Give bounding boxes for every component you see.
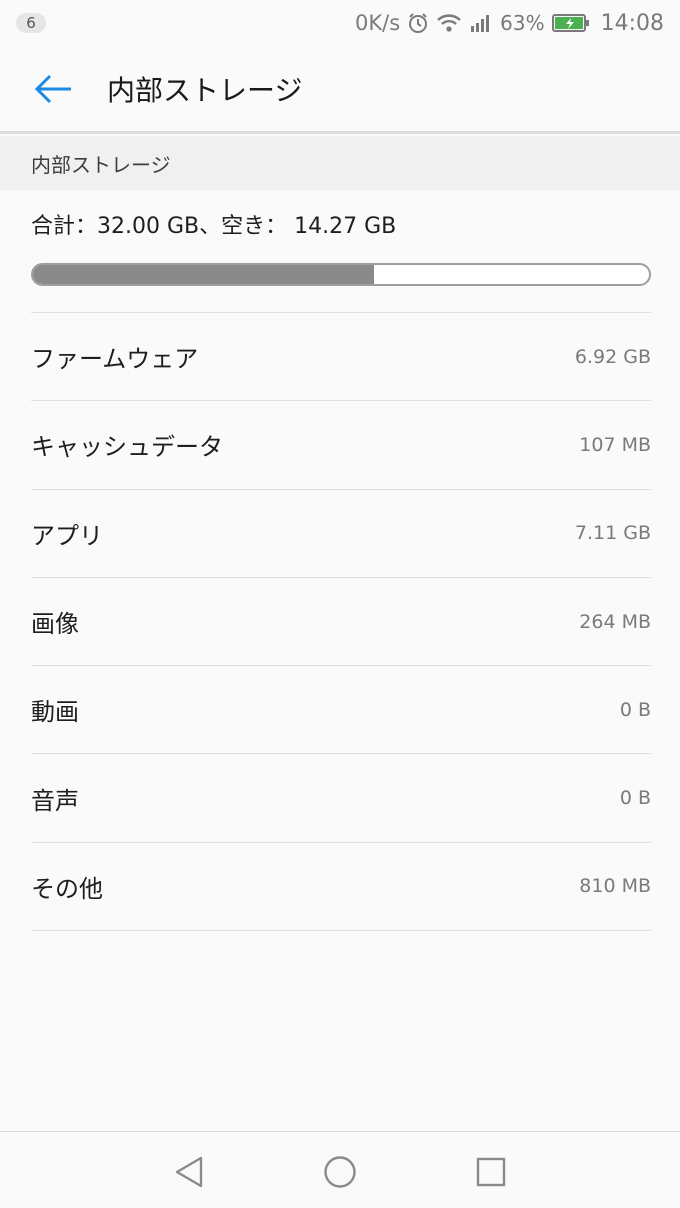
back-arrow-icon: [34, 74, 71, 103]
signal-icon: [469, 12, 493, 34]
row-value: 6.92 GB: [574, 345, 651, 368]
status-icons: 0K/s 63% 14:08: [355, 11, 664, 36]
storage-row-videos[interactable]: 動画 0 B: [31, 666, 651, 755]
row-value: 0 B: [619, 698, 651, 721]
recents-square-icon: [476, 1157, 506, 1187]
storage-usage-fill: [33, 265, 375, 284]
nav-recents-button[interactable]: [471, 1152, 511, 1192]
row-value: 0 B: [619, 787, 651, 810]
navigation-bar: [0, 1131, 680, 1208]
battery-percent: 63%: [500, 11, 545, 35]
storage-usage-bar: [31, 263, 651, 286]
row-label: 音声: [31, 786, 79, 815]
storage-summary: 合計：32.00 GB、空き： 14.27 GB: [31, 214, 397, 239]
row-value: 7.11 GB: [574, 522, 651, 545]
storage-row-apps[interactable]: アプリ 7.11 GB: [31, 490, 651, 578]
row-value: 107 MB: [579, 433, 651, 456]
row-label: 画像: [31, 610, 79, 639]
storage-category-list: ファームウェア 6.92 GB キャッシュデータ 107 MB アプリ 7.11…: [31, 313, 651, 932]
storage-row-audio[interactable]: 音声 0 B: [31, 754, 651, 843]
storage-row-other[interactable]: その他 810 MB: [31, 843, 651, 932]
alarm-icon: [407, 12, 429, 34]
app-bar: 内部ストレージ: [0, 46, 680, 134]
clock: 14:08: [600, 10, 664, 36]
row-value: 264 MB: [579, 610, 651, 633]
battery-charging-icon: [551, 13, 590, 33]
home-circle-icon: [324, 1156, 356, 1188]
row-label: ファームウェア: [31, 345, 199, 374]
storage-row-images[interactable]: 画像 264 MB: [31, 578, 651, 667]
wifi-icon: [436, 12, 462, 34]
status-bar: 6 0K/s 63% 14:08: [0, 0, 680, 46]
row-label: キャッシュデータ: [31, 433, 223, 462]
notification-count-badge: 6: [16, 13, 46, 33]
row-value: 810 MB: [579, 875, 651, 898]
nav-home-button[interactable]: [320, 1152, 360, 1192]
back-triangle-icon: [175, 1156, 203, 1188]
page-title: 内部ストレージ: [107, 73, 303, 107]
storage-row-firmware[interactable]: ファームウェア 6.92 GB: [31, 313, 651, 402]
back-button[interactable]: [27, 63, 79, 115]
row-label: 動画: [31, 698, 79, 727]
storage-row-cache[interactable]: キャッシュデータ 107 MB: [31, 401, 651, 490]
nav-back-button[interactable]: [169, 1152, 209, 1192]
row-label: その他: [31, 874, 103, 903]
row-label: アプリ: [31, 521, 103, 550]
network-speed: 0K/s: [354, 11, 401, 35]
section-header: 内部ストレージ: [0, 136, 680, 190]
